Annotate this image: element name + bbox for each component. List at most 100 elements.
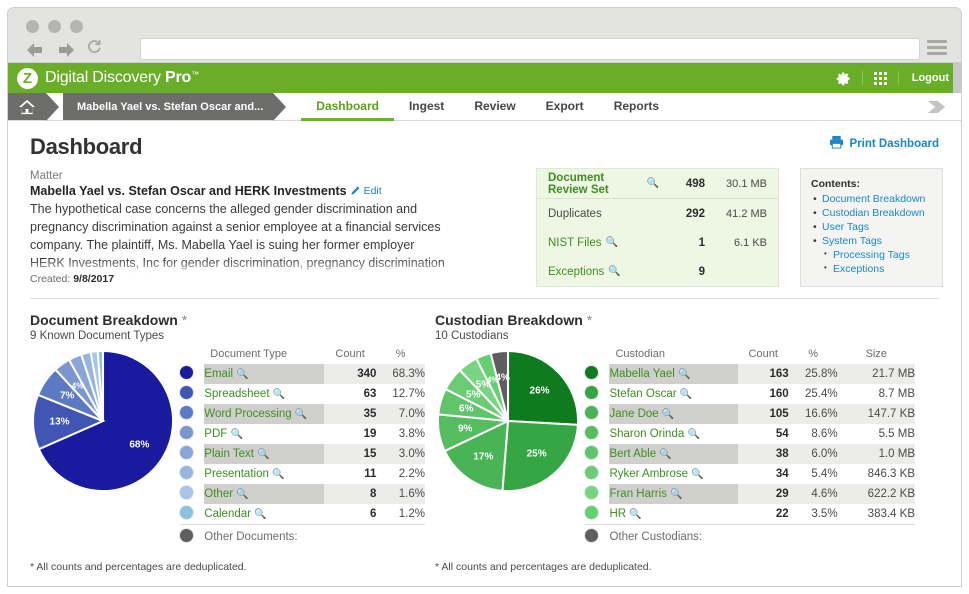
custodian-name[interactable]: Mabella Yael 🔍 <box>609 364 738 384</box>
magnifier-icon[interactable]: 🔍 <box>257 449 269 460</box>
table-row[interactable]: Presentation 🔍 11 2.2% <box>180 464 425 484</box>
contents-link-custodian-breakdown[interactable]: Custodian Breakdown <box>811 206 932 220</box>
document-type-name[interactable]: PDF 🔍 <box>204 424 323 444</box>
custodian-name[interactable]: Sharon Orinda 🔍 <box>609 424 737 444</box>
window-maximize-dot[interactable] <box>70 20 83 33</box>
table-row[interactable]: Word Processing 🔍 35 7.0% <box>180 404 425 424</box>
contents-link-processing-tags[interactable]: Processing Tags <box>811 247 932 262</box>
magnifier-icon[interactable]: 🔍 <box>605 237 617 248</box>
custodian-breakdown-section: Custodian Breakdown * 10 Custodians 26% 2… <box>435 312 925 573</box>
custodian-breakdown-subtitle: 10 Custodians <box>435 330 509 342</box>
custodian-name[interactable]: Jane Doe 🔍 <box>609 404 738 424</box>
custodian-name[interactable]: Stefan Oscar 🔍 <box>609 384 737 404</box>
legend-color-dot <box>585 364 609 384</box>
table-row[interactable]: Ryker Ambrose 🔍 34 5.4% 846.3 KB <box>585 464 915 484</box>
logout-button[interactable]: Logout <box>912 72 949 84</box>
table-row[interactable]: Jane Doe 🔍 105 16.6% 147.7 KB <box>585 404 915 424</box>
magnifier-icon[interactable]: 🔍 <box>680 389 692 400</box>
magnifier-icon[interactable]: 🔍 <box>678 369 690 380</box>
custodian-breakdown-pie-chart[interactable]: 26% 25% 17% 9% 6% 5% 5% 4% 4% <box>435 348 581 494</box>
other-row: Other Custodians: <box>585 523 915 545</box>
magnifier-icon[interactable]: 🔍 <box>272 469 284 480</box>
pie-slice[interactable] <box>501 419 580 493</box>
table-row[interactable]: Fran Harris 🔍 29 4.6% 622.2 KB <box>585 484 915 504</box>
window-minimize-dot[interactable] <box>48 20 61 33</box>
custodian-name[interactable]: Fran Harris 🔍 <box>609 484 738 504</box>
address-bar-input[interactable] <box>140 38 920 60</box>
created-value: 9/8/2017 <box>73 273 115 285</box>
legend-color-dot <box>585 404 609 424</box>
magnifier-icon[interactable]: 🔍 <box>659 449 671 460</box>
document-type-name[interactable]: Calendar 🔍 <box>204 504 323 524</box>
document-type-name[interactable]: Other 🔍 <box>204 484 324 504</box>
document-type-name[interactable]: Word Processing 🔍 <box>204 404 324 424</box>
magnifier-icon[interactable]: 🔍 <box>608 266 620 277</box>
pie-slice[interactable] <box>506 349 580 426</box>
table-row[interactable]: Other 🔍 8 1.6% <box>180 484 425 504</box>
custodian-name[interactable]: HR 🔍 <box>609 504 737 524</box>
magnifier-icon[interactable]: 🔍 <box>273 389 285 400</box>
table-row[interactable]: Bert Able 🔍 38 6.0% 1.0 MB <box>585 444 915 464</box>
contents-link-exceptions[interactable]: Exceptions <box>811 261 932 276</box>
breadcrumb[interactable]: Mabella Yael vs. Stefan Oscar and... <box>63 93 287 121</box>
tag-icon[interactable] <box>926 93 961 120</box>
magnifier-icon[interactable]: 🔍 <box>691 469 703 480</box>
stat-row-nist-files[interactable]: NIST Files 🔍 1 6.1 KB <box>537 228 778 257</box>
gear-icon[interactable] <box>836 71 851 86</box>
page-scrollbar[interactable] <box>953 63 961 93</box>
magnifier-icon[interactable]: 🔍 <box>629 509 641 520</box>
magnifier-icon[interactable]: 🔍 <box>687 429 699 440</box>
contents-link-document-breakdown[interactable]: Document Breakdown <box>811 192 932 206</box>
table-row[interactable]: Calendar 🔍 6 1.2% <box>180 504 425 524</box>
reload-icon[interactable] <box>86 39 102 60</box>
table-row[interactable]: Mabella Yael 🔍 163 25.8% 21.7 MB <box>585 364 915 384</box>
document-type-name[interactable]: Spreadsheet 🔍 <box>204 384 323 404</box>
table-row[interactable]: HR 🔍 22 3.5% 383.4 KB <box>585 504 915 524</box>
tab-reports[interactable]: Reports <box>599 93 674 121</box>
table-row[interactable]: Sharon Orinda 🔍 54 8.6% 5.5 MB <box>585 424 915 444</box>
legend-color-dot <box>585 464 609 484</box>
magnifier-icon[interactable]: 🔍 <box>670 489 682 500</box>
grid-apps-icon[interactable] <box>873 71 887 85</box>
table-row[interactable]: Stefan Oscar 🔍 160 25.4% 8.7 MB <box>585 384 915 404</box>
stat-size-nist-files: 6.1 KB <box>733 236 767 249</box>
document-breakdown-pie-chart[interactable]: 68% 13% 7% 4% <box>30 348 176 494</box>
tab-export[interactable]: Export <box>531 93 599 121</box>
magnifier-icon[interactable]: 🔍 <box>254 509 266 520</box>
magnifier-icon[interactable]: 🔍 <box>231 429 243 440</box>
column-header-count: Count <box>335 348 365 360</box>
window-close-dot[interactable] <box>26 20 39 33</box>
window-controls[interactable] <box>26 20 83 33</box>
tab-ingest[interactable]: Ingest <box>394 93 459 121</box>
magnifier-icon[interactable]: 🔍 <box>662 409 674 420</box>
document-type-name[interactable]: Plain Text 🔍 <box>204 444 324 464</box>
magnifier-icon[interactable]: 🔍 <box>236 369 248 380</box>
custodian-name[interactable]: Ryker Ambrose 🔍 <box>609 464 737 484</box>
forward-arrow-icon[interactable] <box>55 41 77 59</box>
print-dashboard-link[interactable]: Print Dashboard <box>829 135 939 152</box>
document-type-name[interactable]: Presentation 🔍 <box>204 464 323 484</box>
legend-color-dot <box>180 384 204 404</box>
magnifier-icon[interactable]: 🔍 <box>295 409 307 420</box>
stat-row-duplicates: Duplicates 292 41.2 MB <box>537 199 778 228</box>
custodian-name[interactable]: Bert Able 🔍 <box>609 444 738 464</box>
dashboard-page: Dashboard Print Dashboard Matter Mabella… <box>8 121 961 573</box>
stat-row-document-review-set[interactable]: Document Review Set 🔍 498 30.1 MB <box>537 169 778 199</box>
tab-dashboard[interactable]: Dashboard <box>301 93 394 121</box>
back-arrow-icon[interactable] <box>24 41 46 59</box>
table-row[interactable]: PDF 🔍 19 3.8% <box>180 424 425 444</box>
hamburger-menu-icon[interactable] <box>927 40 947 58</box>
table-row[interactable]: Spreadsheet 🔍 63 12.7% <box>180 384 425 404</box>
tab-review[interactable]: Review <box>459 93 530 121</box>
magnifier-icon[interactable]: 🔍 <box>647 178 659 189</box>
table-row[interactable]: Email 🔍 340 68.3% <box>180 364 425 384</box>
edit-matter-link[interactable]: Edit <box>351 185 382 198</box>
home-icon[interactable] <box>8 93 59 121</box>
stat-row-exceptions[interactable]: Exceptions 🔍 9 <box>537 257 778 286</box>
contents-link-user-tags[interactable]: User Tags <box>811 220 932 234</box>
document-type-name[interactable]: Email 🔍 <box>204 364 324 384</box>
contents-link-system-tags[interactable]: System Tags <box>811 234 932 248</box>
table-row[interactable]: Plain Text 🔍 15 3.0% <box>180 444 425 464</box>
magnifier-icon[interactable]: 🔍 <box>236 489 248 500</box>
contents-list: Document Breakdown Custodian Breakdown U… <box>811 192 932 276</box>
